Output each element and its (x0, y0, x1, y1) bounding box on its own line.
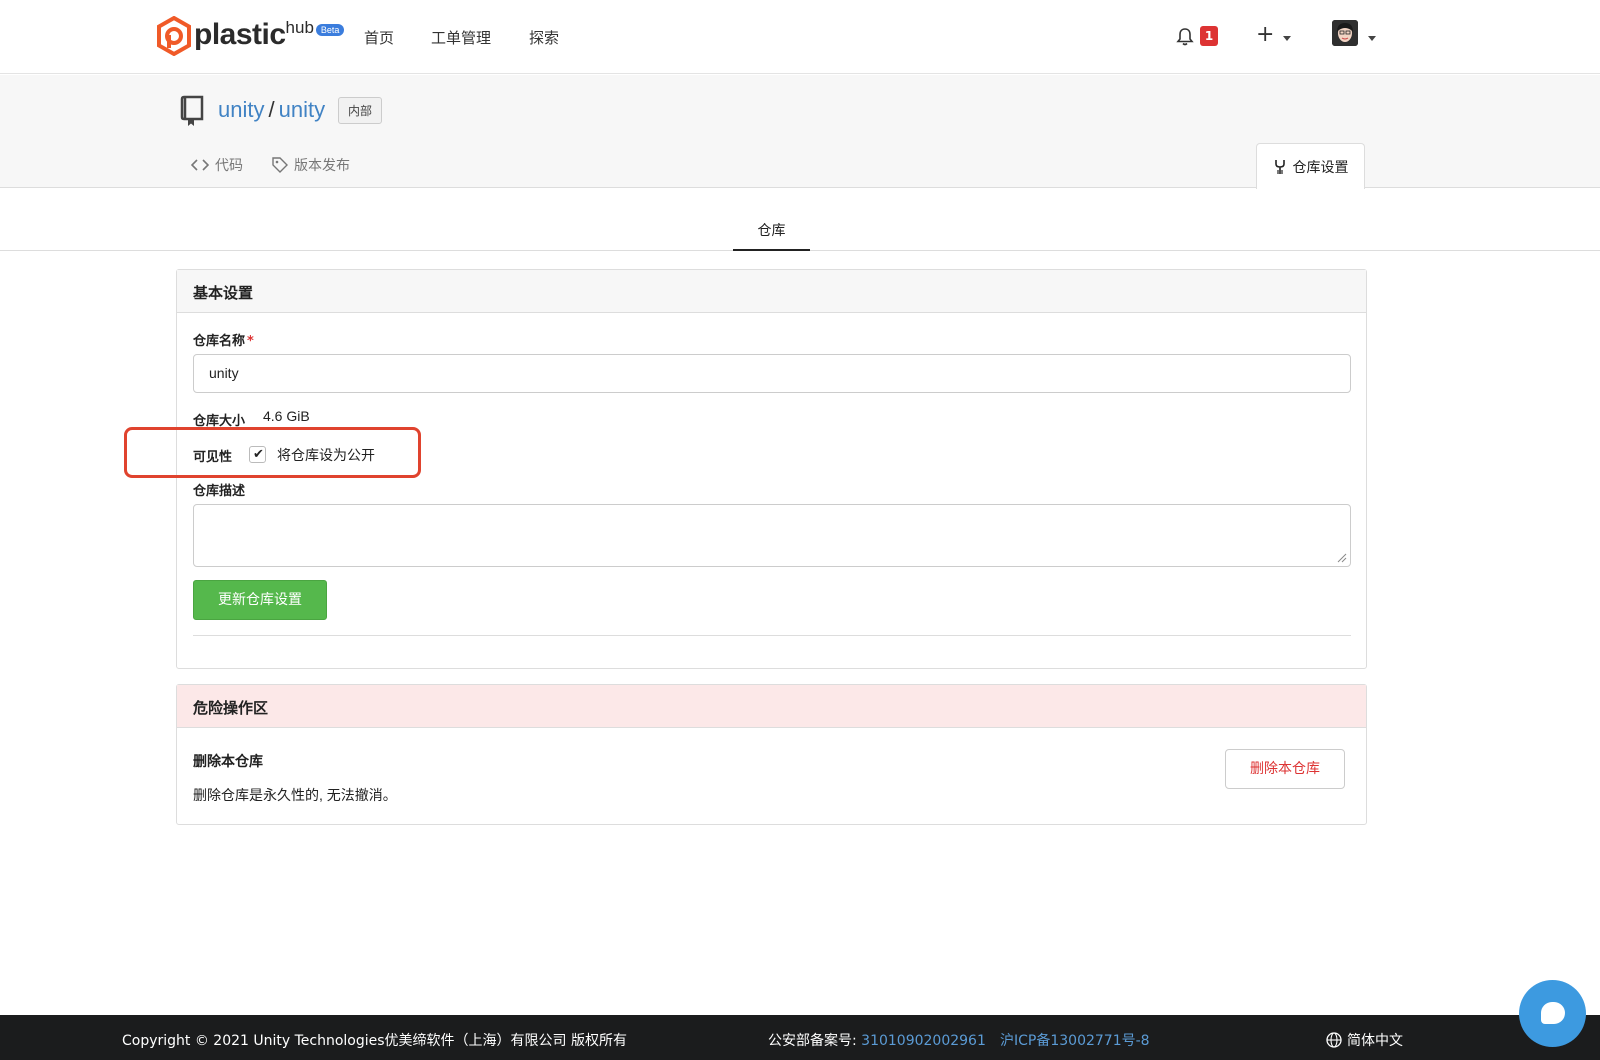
chat-bubble-icon (1541, 1002, 1565, 1024)
tab-code-label: 代码 (215, 158, 243, 174)
settings-subtabs: 仓库 (0, 188, 1600, 251)
footer-copyright: Copyright © 2021 Unity Technologies优美缔软件… (122, 1033, 628, 1049)
logo-sub-text: hub (285, 18, 314, 37)
chevron-down-icon[interactable] (1368, 36, 1376, 41)
repo-description-textarea[interactable] (193, 504, 1351, 567)
update-settings-button[interactable]: 更新仓库设置 (193, 580, 327, 620)
logo-text: plastic (194, 18, 286, 51)
delete-repo-title: 删除本仓库 (193, 754, 263, 770)
annotation-highlight-box (124, 427, 421, 478)
nav-explore-link[interactable]: 探索 (529, 27, 559, 48)
repo-owner-link[interactable]: unity (218, 97, 264, 122)
globe-icon (1326, 1032, 1342, 1048)
required-mark: * (247, 334, 254, 349)
delete-repo-description: 删除仓库是永久性的, 无法撤消。 (193, 787, 397, 803)
tab-releases-label: 版本发布 (294, 158, 350, 174)
danger-zone-header: 危险操作区 (177, 685, 1366, 728)
bell-icon[interactable] (1175, 27, 1195, 47)
plastic-logo-icon (157, 16, 191, 56)
avatar[interactable] (1332, 20, 1358, 46)
repo-header: unity / unity 内部 代码 版本发布 仓库设置 (0, 75, 1600, 189)
wrench-icon (1274, 159, 1285, 174)
divider (193, 635, 1351, 636)
footer-record: 公安部备案号: 31010902002961 (768, 1030, 986, 1050)
repository-icon (180, 95, 204, 126)
subtab-repository[interactable]: 仓库 (733, 220, 810, 251)
repo-description-label: 仓库描述 (193, 484, 246, 499)
repo-name-label-text: 仓库名称 (193, 334, 246, 349)
chat-support-button[interactable] (1519, 980, 1586, 1047)
tag-icon (272, 157, 288, 173)
top-navbar: plastic hub Beta 首页 工单管理 探索 1 + (0, 0, 1600, 74)
repo-visibility-tag: 内部 (338, 97, 383, 124)
delete-repo-button[interactable]: 删除本仓库 (1225, 749, 1345, 789)
danger-zone-panel: 危险操作区 删除本仓库 删除仓库是永久性的, 无法撤消。 删除本仓库 (176, 684, 1367, 825)
repo-name-link[interactable]: unity (279, 97, 325, 122)
nav-issues-link[interactable]: 工单管理 (431, 27, 491, 48)
chevron-down-icon[interactable] (1283, 36, 1291, 41)
beta-badge: Beta (315, 24, 345, 36)
tab-settings-label: 仓库设置 (1292, 159, 1349, 176)
tab-code[interactable]: 代码 (191, 155, 243, 175)
nav-home-link[interactable]: 首页 (364, 27, 394, 48)
basic-settings-header: 基本设置 (177, 270, 1366, 313)
footer-record-label: 公安部备案号: (768, 1033, 862, 1049)
notification-badge[interactable]: 1 (1200, 26, 1218, 46)
plastichub-logo[interactable]: plastic hub Beta (156, 16, 345, 56)
plus-icon[interactable]: + (1256, 22, 1274, 47)
resize-handle-icon[interactable] (1337, 553, 1347, 563)
footer-record-link[interactable]: 31010902002961 (861, 1033, 986, 1049)
tab-releases[interactable]: 版本发布 (272, 155, 350, 175)
repo-name-input[interactable]: unity (193, 354, 1351, 393)
repo-name-label: 仓库名称 * (193, 330, 254, 349)
repo-title: unity / unity (218, 97, 325, 123)
language-label: 简体中文 (1347, 1033, 1403, 1049)
footer: Copyright © 2021 Unity Technologies优美缔软件… (0, 1015, 1600, 1060)
repo-size-value: 4.6 GiB (263, 408, 310, 424)
footer-icp-link[interactable]: 沪ICP备13002771号-8 (1000, 1030, 1150, 1050)
code-icon (191, 159, 209, 171)
repo-title-separator: / (268, 97, 275, 122)
language-selector[interactable]: 简体中文 (1326, 1030, 1403, 1050)
tab-settings[interactable]: 仓库设置 (1256, 143, 1365, 189)
avatar-image (1332, 20, 1358, 46)
